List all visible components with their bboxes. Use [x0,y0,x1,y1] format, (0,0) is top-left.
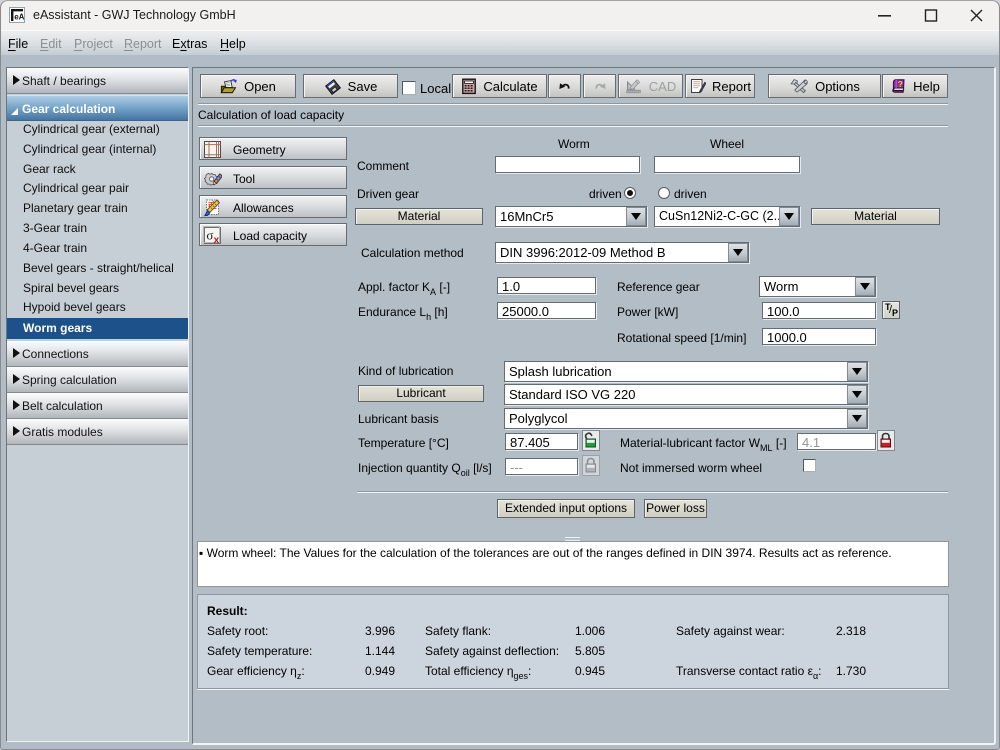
svg-text:eA: eA [14,13,24,22]
svg-text:?: ? [898,79,903,89]
svg-text:σ: σ [206,228,213,243]
svg-text:x: x [214,235,220,245]
